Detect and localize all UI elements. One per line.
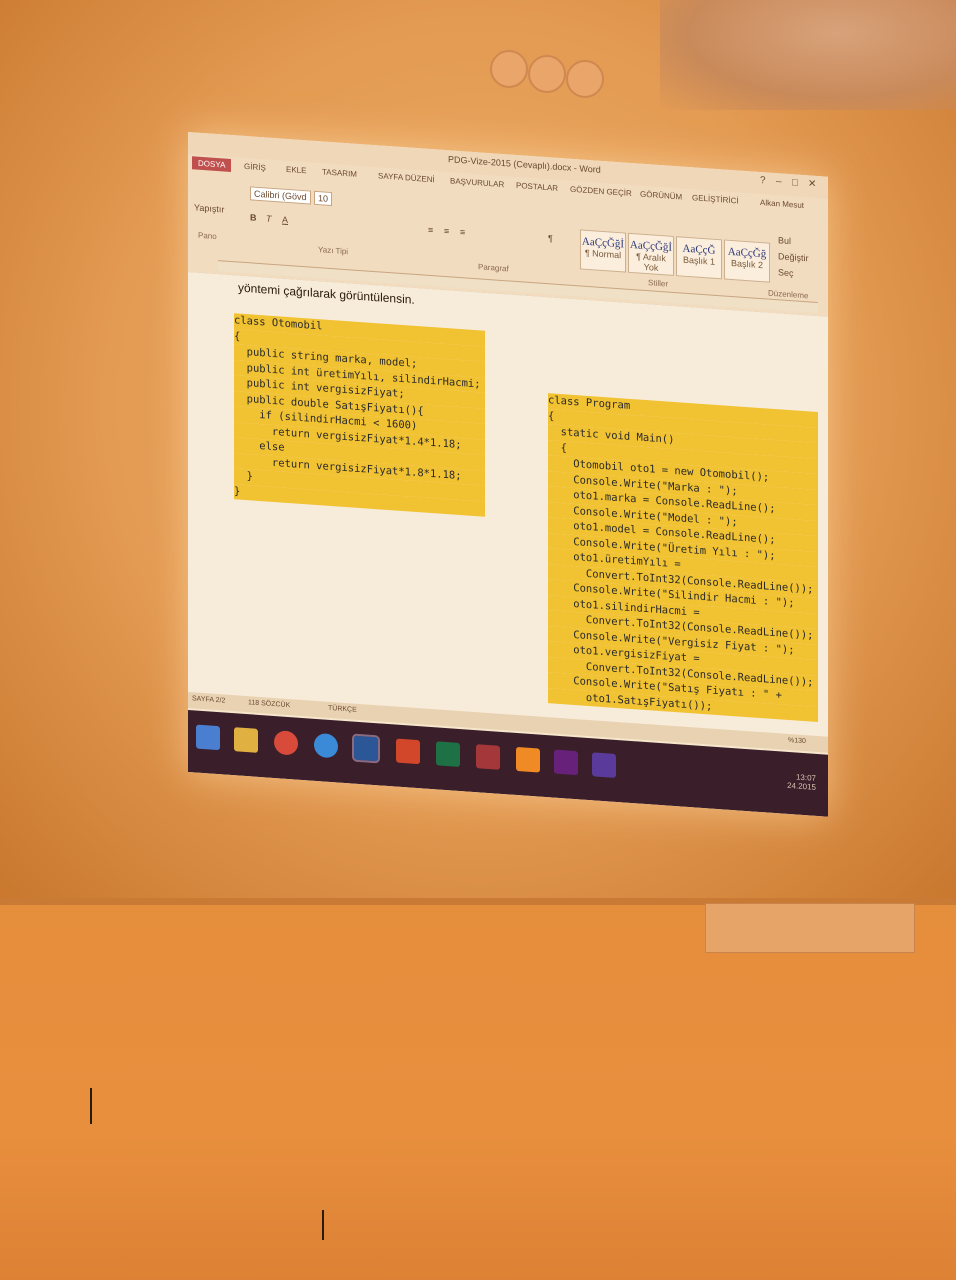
style-normal[interactable]: AaÇçĞğİ ¶ Normal — [580, 229, 626, 273]
word-count: 118 SÖZCÜK — [248, 699, 291, 710]
align-left-button[interactable]: ≡ — [428, 225, 433, 235]
access-icon[interactable] — [476, 744, 500, 770]
tab-tasarim[interactable]: TASARIM — [322, 167, 357, 178]
group-pano: Pano — [198, 230, 217, 242]
ceiling-stain — [660, 0, 956, 110]
style-name: ¶ Aralık Yok — [636, 251, 666, 273]
maximize-button[interactable]: □ — [792, 177, 798, 188]
select-button[interactable]: Seç — [778, 267, 794, 278]
tab-gelistirici[interactable]: GELİŞTİRİCİ — [692, 193, 739, 205]
document-page[interactable]: yöntemi çağrılarak görüntülensin. class … — [188, 272, 828, 737]
style-aralik-yok[interactable]: AaÇçĞğİ ¶ Aralık Yok — [628, 232, 674, 276]
tab-gozden-gecir[interactable]: GÖZDEN GEÇİR — [570, 185, 632, 198]
find-button[interactable]: Bul — [778, 235, 791, 246]
underline-button[interactable]: A — [282, 215, 288, 225]
tab-dosya[interactable]: DOSYA — [192, 156, 232, 173]
close-button[interactable]: ✕ — [808, 178, 816, 190]
group-yazi-tipi: Yazı Tipi — [318, 245, 349, 257]
bold-button[interactable]: B — [250, 212, 257, 222]
page-count: SAYFA 2/2 — [192, 695, 226, 705]
wall-mark-2 — [322, 1210, 324, 1240]
align-right-button[interactable]: ≡ — [460, 227, 465, 237]
tab-sayfa-duzeni[interactable]: SAYFA DÜZENİ — [378, 171, 435, 184]
visual-studio-2-icon[interactable] — [592, 752, 616, 778]
tab-giris[interactable]: GİRİŞ — [244, 162, 266, 173]
chrome-icon[interactable] — [274, 730, 298, 756]
style-name: Başlık 2 — [730, 257, 763, 271]
help-button[interactable]: ? — [760, 175, 766, 186]
tab-postalar[interactable]: POSTALAR — [516, 181, 558, 193]
powerpoint-icon[interactable] — [396, 738, 420, 765]
style-name: Başlık 1 — [682, 254, 715, 267]
wall-lower — [0, 905, 956, 1280]
wall-knob-2 — [528, 55, 566, 93]
replace-button[interactable]: Değiştir — [778, 251, 809, 263]
code-block-otomobil: class Otomobil{ public string marka, mod… — [234, 313, 485, 517]
clock-date: 24.2015 — [787, 780, 816, 792]
code-block-program: class Program{ static void Main() { Otom… — [548, 393, 818, 723]
wall-knob-1 — [490, 50, 528, 88]
zoom-level[interactable]: %130 — [788, 737, 806, 745]
language: TÜRKÇE — [328, 704, 357, 714]
wall-knob-3 — [566, 60, 604, 98]
pilcrow-button[interactable]: ¶ — [548, 233, 553, 243]
italic-button[interactable]: T — [266, 213, 272, 223]
sublime-icon[interactable] — [516, 746, 540, 773]
internet-explorer-icon[interactable] — [314, 732, 338, 759]
file-explorer-icon[interactable] — [234, 727, 258, 753]
font-size-select[interactable]: 10 — [314, 190, 333, 207]
wall-plaque — [705, 903, 915, 953]
group-paragraf: Paragraf — [478, 262, 509, 274]
user-name[interactable]: Alkan Mesut — [760, 198, 804, 210]
align-center-button[interactable]: ≡ — [444, 226, 449, 236]
tab-gorunum[interactable]: GÖRÜNÜM — [640, 190, 682, 202]
tab-ekle[interactable]: EKLE — [286, 165, 306, 175]
minimize-button[interactable]: – — [776, 176, 782, 187]
paste-button[interactable]: Yapıştır — [194, 202, 224, 214]
windows-start-icon[interactable] — [196, 724, 220, 751]
excel-icon[interactable] — [436, 741, 460, 768]
word-icon[interactable] — [352, 733, 380, 764]
visual-studio-icon[interactable] — [554, 749, 578, 776]
style-baslik-2[interactable]: AaÇçĞğ Başlık 2 — [724, 239, 770, 283]
tab-basvurular[interactable]: BAŞVURULAR — [450, 176, 504, 189]
font-name-select[interactable]: Calibri (Gövd — [250, 186, 311, 205]
style-name: ¶ Normal — [584, 247, 622, 261]
wall-mark-1 — [90, 1088, 92, 1124]
system-clock[interactable]: 13:07 24.2015 — [787, 772, 816, 792]
projected-screen: PDG-Vize-2015 (Cevaplı).docx - Word ? – … — [188, 132, 828, 817]
group-stiller: Stiller — [648, 278, 669, 289]
style-baslik-1[interactable]: AaÇçĞ Başlık 1 — [676, 236, 722, 280]
